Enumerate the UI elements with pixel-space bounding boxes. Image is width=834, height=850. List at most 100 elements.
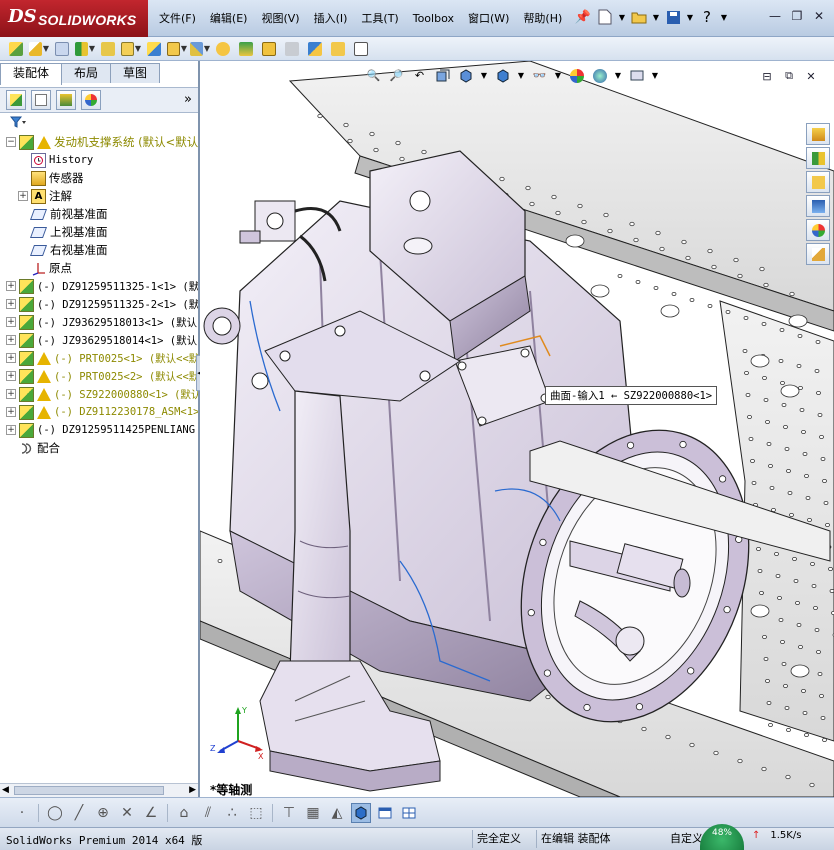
select-filter-icon[interactable]: ⌂ <box>174 803 194 823</box>
help-icon[interactable]: ? <box>698 8 716 26</box>
help-dropdown-icon[interactable]: ▼ <box>720 8 728 26</box>
filter-icon[interactable] <box>9 116 26 131</box>
tree-item[interactable]: + (-) SZ922000880<1> (默认 <box>0 385 198 403</box>
maximize-icon[interactable]: ❐ <box>788 8 806 24</box>
edit-appearance-icon[interactable] <box>568 67 585 84</box>
open-dropdown-icon[interactable]: ▼ <box>652 8 660 26</box>
doc-close-icon[interactable]: ✕ <box>804 69 818 83</box>
reference-geometry-icon[interactable]: ▼ <box>190 40 210 58</box>
tree-item[interactable]: 配合 <box>0 439 198 457</box>
feature-manager-icon[interactable] <box>6 90 26 110</box>
display-style-dropdown-icon[interactable]: ▼ <box>517 67 525 84</box>
view-orientation-icon[interactable] <box>457 67 474 84</box>
expand-node-icon[interactable]: + <box>6 299 16 309</box>
new-motion-study-icon[interactable] <box>213 40 233 58</box>
expand-node-icon[interactable]: + <box>6 371 16 381</box>
expand-node-icon[interactable]: + <box>6 317 16 327</box>
grid-icon[interactable]: ▦ <box>303 803 323 823</box>
previous-view-icon[interactable]: ↶ <box>411 67 428 84</box>
exploded-view-icon[interactable] <box>259 40 279 58</box>
dimension-icon[interactable]: ⊤ <box>279 803 299 823</box>
minimize-icon[interactable]: — <box>766 8 784 24</box>
file-explorer-icon[interactable] <box>806 171 830 193</box>
custom-properties-icon[interactable] <box>806 243 830 265</box>
scroll-thumb[interactable] <box>14 786 164 795</box>
zoom-to-fit-icon[interactable]: 🔍 <box>365 67 382 84</box>
save-dropdown-icon[interactable]: ▼ <box>686 8 694 26</box>
expand-node-icon[interactable]: + <box>6 281 16 291</box>
four-view-icon[interactable] <box>399 803 419 823</box>
instant3d-icon[interactable] <box>351 40 371 58</box>
trim-icon[interactable]: ✕ <box>117 803 137 823</box>
hide-show-dropdown-icon[interactable]: ▼ <box>554 67 562 84</box>
tree-item[interactable]: + (-) DZ91259511325-2<1> (默 <box>0 295 198 313</box>
point-icon[interactable]: · <box>12 803 32 823</box>
expand-node-icon[interactable]: + <box>6 353 16 363</box>
property-manager-icon[interactable] <box>31 90 51 110</box>
tree-item[interactable]: + (-) PRT0025<1> (默认<<默 <box>0 349 198 367</box>
tree-item[interactable]: 原点 <box>0 259 198 277</box>
collapse-node-icon[interactable]: − <box>6 137 16 147</box>
expand-node-icon[interactable]: + <box>18 191 28 201</box>
tree-item[interactable]: 传感器 <box>0 169 198 187</box>
circle-icon[interactable]: ◯ <box>45 803 65 823</box>
view-settings-icon[interactable] <box>628 67 645 84</box>
display-manager-icon[interactable] <box>81 90 101 110</box>
tree-item[interactable]: + (-) JZ93629518013<1> (默认 <box>0 313 198 331</box>
zoom-to-area-icon[interactable]: 🔎 <box>388 67 405 84</box>
close-icon[interactable]: ✕ <box>810 8 828 24</box>
menu-toolbox[interactable]: Toolbox <box>406 11 461 27</box>
expand-node-icon[interactable]: + <box>6 389 16 399</box>
tree-item[interactable]: + A 注解 <box>0 187 198 205</box>
tree-item[interactable]: + (-) JZ93629518014<1> (默认 <box>0 331 198 349</box>
display-style-icon[interactable] <box>494 67 511 84</box>
scroll-right-icon[interactable]: ▶ <box>189 785 196 795</box>
panel-horizontal-scrollbar[interactable]: ◀ ▶ <box>0 783 198 797</box>
show-hidden-icon[interactable] <box>144 40 164 58</box>
tab-layout[interactable]: 布局 <box>61 63 112 83</box>
solidworks-resources-icon[interactable] <box>806 123 830 145</box>
new-dropdown-icon[interactable]: ▼ <box>618 8 626 26</box>
solidworks-logo[interactable]: DS SOLIDWORKS <box>0 0 148 37</box>
open-folder-icon[interactable] <box>630 8 648 26</box>
angle-icon[interactable]: ∠ <box>141 803 161 823</box>
assembly-features-icon[interactable]: ▼ <box>167 40 187 58</box>
shaded-view-icon[interactable] <box>351 802 371 823</box>
linear-pattern-icon[interactable]: ▼ <box>75 40 95 58</box>
tree-item[interactable]: − 发动机支撑系统 (默认<默认 <box>0 133 198 151</box>
view-orientation-dropdown-icon[interactable]: ▼ <box>480 67 488 84</box>
apply-scene-dropdown-icon[interactable]: ▼ <box>614 67 622 84</box>
smart-dimension-icon[interactable]: ⫽ <box>198 803 218 823</box>
relations-icon[interactable]: ∴ <box>222 803 242 823</box>
edit-component-icon[interactable] <box>6 40 26 58</box>
tree-item[interactable]: 前视基准面 <box>0 205 198 223</box>
tree-item[interactable]: + (-) DZ91259511325-1<1> (默 <box>0 277 198 295</box>
doc-tile-icon[interactable]: ⧉ <box>782 69 796 83</box>
save-icon[interactable] <box>664 8 682 26</box>
configuration-manager-icon[interactable] <box>56 90 76 110</box>
menu-insert[interactable]: 插入(I) <box>307 11 355 27</box>
scroll-left-icon[interactable]: ◀ <box>2 785 9 795</box>
view-palette-icon[interactable] <box>806 195 830 217</box>
triangle-icon[interactable]: ◭ <box>327 803 347 823</box>
expand-node-icon[interactable]: + <box>6 425 16 435</box>
mate-icon[interactable] <box>52 40 72 58</box>
tree-item[interactable]: + (-) DZ9112230178_ASM<1> <box>0 403 198 421</box>
menu-help[interactable]: 帮助(H) <box>516 11 569 27</box>
menu-file[interactable]: 文件(F) <box>152 11 203 27</box>
insert-component-icon[interactable]: ▼ <box>29 40 49 58</box>
apply-scene-icon[interactable] <box>591 67 608 84</box>
smart-fasteners-icon[interactable] <box>98 40 118 58</box>
interference-detection-icon[interactable] <box>305 40 325 58</box>
tree-item[interactable]: 上视基准面 <box>0 223 198 241</box>
menu-view[interactable]: 视图(V) <box>254 11 306 27</box>
line-icon[interactable]: ╱ <box>69 803 89 823</box>
graphics-area[interactable]: 🔍 🔎 ↶ ▼ ▼ 👓 ▼ ▼ ▼ ⊟ ⧉ ✕ 曲面-输入1 ← SZ92200… <box>200 61 834 797</box>
tree-item[interactable]: 右视基准面 <box>0 241 198 259</box>
pin-icon[interactable]: 📌 <box>574 8 592 26</box>
menu-tools[interactable]: 工具(T) <box>354 11 405 27</box>
design-library-icon[interactable] <box>806 147 830 169</box>
tab-assembly[interactable]: 装配体 <box>0 63 63 85</box>
centerpoint-icon[interactable]: ⊕ <box>93 803 113 823</box>
single-view-icon[interactable] <box>375 803 395 823</box>
